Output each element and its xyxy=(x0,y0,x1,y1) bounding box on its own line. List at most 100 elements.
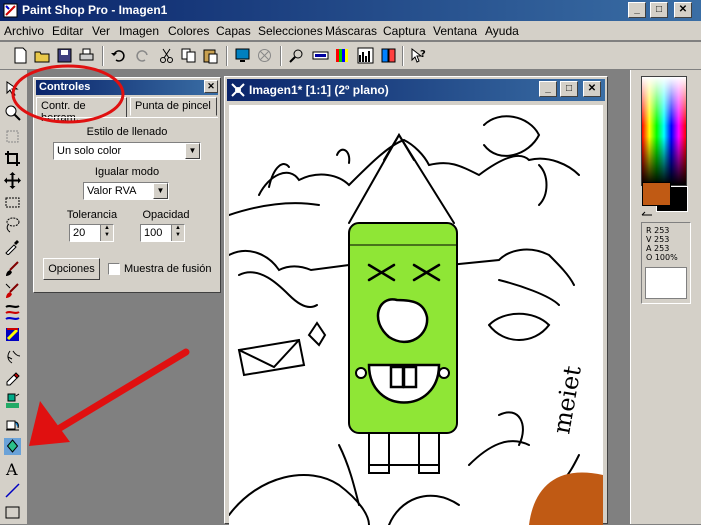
menu-selecciones[interactable]: Selecciones xyxy=(258,24,323,38)
opacity-field[interactable]: 100 ▲ ▼ xyxy=(140,224,185,242)
blue-value: A 253 xyxy=(646,244,670,253)
merge-sample-checkbox[interactable] xyxy=(108,263,120,275)
foreground-color-swatch[interactable] xyxy=(642,182,671,206)
opacity-label: Opacidad xyxy=(142,209,190,221)
image-close-button[interactable]: ✕ xyxy=(583,81,601,97)
paste-icon[interactable] xyxy=(202,47,219,64)
red-value: R 253 xyxy=(646,226,670,235)
fill-style-label: Estilo de llenado xyxy=(86,126,168,138)
image-window-icon xyxy=(231,83,245,97)
svg-text:A: A xyxy=(5,460,18,477)
text-tool-icon[interactable]: A xyxy=(4,460,21,477)
save-icon[interactable] xyxy=(56,47,73,64)
svg-text:meiet: meiet xyxy=(547,363,587,436)
controls-close-button[interactable]: ✕ xyxy=(204,80,218,93)
menu-colores[interactable]: Colores xyxy=(168,24,209,38)
toolbar: ? xyxy=(0,42,701,70)
menu-captura[interactable]: Captura xyxy=(383,24,426,38)
menu-editar[interactable]: Editar xyxy=(52,24,83,38)
toolbar-icon[interactable] xyxy=(312,47,329,64)
freehand-icon[interactable] xyxy=(4,216,21,233)
deform-icon[interactable] xyxy=(4,128,21,145)
green-value: V 253 xyxy=(646,235,670,244)
color-info-box: R 253 V 253 A 253 O 100% xyxy=(641,222,691,304)
crop-icon[interactable] xyxy=(4,150,21,167)
open-icon[interactable] xyxy=(34,47,51,64)
tool-palette: A xyxy=(0,70,28,524)
tab-brush-tip[interactable]: Punta de pincel xyxy=(130,97,217,116)
palette-icon[interactable] xyxy=(334,47,351,64)
svg-text:?: ? xyxy=(420,49,426,60)
picture-tube-icon[interactable] xyxy=(4,370,21,387)
move-icon[interactable] xyxy=(4,172,21,189)
redo-icon[interactable] xyxy=(134,47,151,64)
tolerance-value: 20 xyxy=(73,227,86,239)
toolbar-separator xyxy=(226,46,228,66)
toolbar-separator xyxy=(102,46,104,66)
match-mode-select[interactable]: Valor RVA ▼ xyxy=(83,182,169,200)
clone-icon[interactable] xyxy=(4,282,21,299)
tolerance-field[interactable]: 20 ▲ ▼ xyxy=(69,224,114,242)
menu-ver[interactable]: Ver xyxy=(92,24,110,38)
opacity-readout: O 100% xyxy=(646,253,678,262)
shape-icon[interactable] xyxy=(4,504,21,521)
options-button[interactable]: Opciones xyxy=(43,258,100,280)
dropper-icon[interactable] xyxy=(4,238,21,255)
new-icon[interactable] xyxy=(12,47,29,64)
app-icon xyxy=(3,3,18,18)
zoom-icon[interactable] xyxy=(288,47,305,64)
image-title-bar: Imagen1* [1:1] (2º plano) _ □ ✕ xyxy=(227,79,605,101)
replace-color-icon[interactable] xyxy=(4,304,21,321)
undo-icon[interactable] xyxy=(110,47,127,64)
eraser-icon[interactable] xyxy=(4,348,21,365)
zoom-tool-icon[interactable] xyxy=(4,104,21,121)
swap-colors-icon[interactable] xyxy=(641,207,653,217)
match-mode-label: Igualar modo xyxy=(94,166,160,178)
selection-icon[interactable] xyxy=(4,194,21,211)
menu-imagen[interactable]: Imagen xyxy=(119,24,159,38)
arrow-icon[interactable] xyxy=(4,80,21,97)
image-window: Imagen1* [1:1] (2º plano) _ □ ✕ meiet xyxy=(224,76,608,525)
controls-title-bar: Controles ✕ xyxy=(36,80,218,95)
color-palette[interactable] xyxy=(641,76,687,186)
brush-icon[interactable] xyxy=(4,260,21,277)
menu-ventana[interactable]: Ventana xyxy=(433,24,477,38)
print-icon[interactable] xyxy=(78,47,95,64)
text-icon[interactable] xyxy=(4,438,21,455)
screen-icon[interactable] xyxy=(234,47,251,64)
retouch-icon[interactable] xyxy=(4,326,21,343)
image-canvas[interactable]: meiet xyxy=(229,105,603,525)
stepper-icon[interactable]: ▲ ▼ xyxy=(171,225,184,241)
controls-title: Controles xyxy=(39,81,91,93)
chevron-down-icon[interactable]: ▼ xyxy=(153,183,168,199)
layers-icon[interactable] xyxy=(380,47,397,64)
menu-mascaras[interactable]: Máscaras xyxy=(325,24,377,38)
menu-ayuda[interactable]: Ayuda xyxy=(485,24,519,38)
match-mode-value: Valor RVA xyxy=(87,185,137,197)
cut-icon[interactable] xyxy=(158,47,175,64)
menu-bar: Archivo Editar Ver Imagen Colores Capas … xyxy=(0,21,701,41)
toolbar-separator xyxy=(402,46,404,66)
histogram-icon[interactable] xyxy=(357,47,374,64)
tab-tool-controls[interactable]: Contr. de herram. xyxy=(36,97,127,124)
help-icon[interactable]: ? xyxy=(410,47,427,64)
merge-sample-label: Muestra de fusión xyxy=(124,263,212,275)
image-maximize-button[interactable]: □ xyxy=(560,81,578,97)
stepper-icon[interactable]: ▲ ▼ xyxy=(100,225,113,241)
menu-capas[interactable]: Capas xyxy=(216,24,251,38)
window-title: Paint Shop Pro - Imagen1 xyxy=(22,3,168,17)
chevron-down-icon[interactable]: ▼ xyxy=(185,143,200,159)
line-icon[interactable] xyxy=(4,482,21,499)
image-minimize-button[interactable]: _ xyxy=(539,81,557,97)
fill-style-select[interactable]: Un solo color ▼ xyxy=(53,142,201,160)
browse-icon[interactable] xyxy=(256,47,273,64)
flood-fill-icon[interactable] xyxy=(4,416,21,433)
copy-icon[interactable] xyxy=(180,47,197,64)
minimize-button[interactable]: _ xyxy=(628,2,646,18)
menu-archivo[interactable]: Archivo xyxy=(4,24,44,38)
fill-style-value: Un solo color xyxy=(57,145,122,157)
airbrush-icon[interactable] xyxy=(4,392,21,409)
close-button[interactable]: ✕ xyxy=(674,2,692,18)
opacity-value: 100 xyxy=(144,227,163,239)
maximize-button[interactable]: □ xyxy=(650,2,668,18)
